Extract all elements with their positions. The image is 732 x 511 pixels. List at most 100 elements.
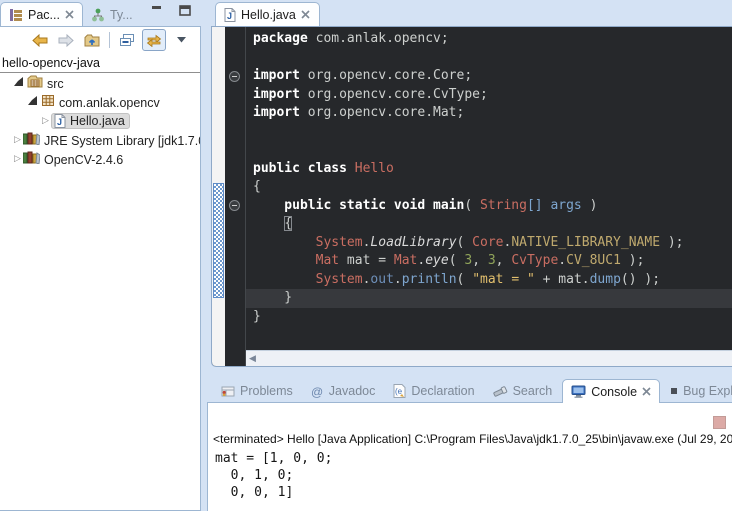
up-button[interactable] <box>81 30 103 50</box>
code-token: mat = <box>339 253 394 268</box>
code-token: LoadLibrary <box>370 235 456 250</box>
code-token: . <box>558 253 566 268</box>
bottom-tab-search[interactable]: Search <box>485 380 561 402</box>
tree-entry[interactable]: JRE System Library [jdk1.7.0 <box>23 132 200 148</box>
close-icon[interactable] <box>65 10 74 19</box>
editor-tab-hello-java[interactable]: J Hello.java <box>215 2 320 26</box>
library-icon <box>23 151 40 164</box>
collapse-all-button[interactable] <box>116 30 138 50</box>
code-token: ( <box>457 235 473 250</box>
code-line[interactable]: } <box>246 308 732 327</box>
minimize-icon[interactable] <box>151 5 165 17</box>
tree-entry[interactable]: com.anlak.opencv <box>41 94 160 110</box>
code-token: "mat = " <box>472 272 535 287</box>
java-file-icon: J <box>224 8 236 22</box>
code-line[interactable]: Mat mat = Mat.eye( 3, 3, CvType.CV_8UC1 … <box>246 252 732 271</box>
link-with-editor-button[interactable] <box>142 29 166 51</box>
code-line-current[interactable]: } <box>246 289 732 308</box>
bottom-tab-console[interactable]: Console <box>562 379 660 403</box>
type-hierarchy-icon <box>91 8 105 22</box>
code-line[interactable] <box>246 141 732 160</box>
code-token: ) <box>582 198 598 213</box>
terminate-icon[interactable] <box>713 416 726 429</box>
method-range-indicator <box>213 183 224 298</box>
code-token: args <box>550 198 581 213</box>
code-token: CV_8UC1 <box>566 253 621 268</box>
code-token: { <box>284 216 292 231</box>
code-line[interactable]: import org.opencv.core.Core; <box>246 67 732 86</box>
bug-square-icon <box>670 387 678 395</box>
console-output[interactable]: mat = [1, 0, 0; 0, 1, 0; 0, 0, 1] <box>215 450 332 501</box>
expand-arrow-icon[interactable]: ▷ <box>12 153 23 164</box>
tree-item-hello-java[interactable]: ▷J Hello.java <box>0 111 200 130</box>
code-token: eye <box>425 253 448 268</box>
code-line[interactable] <box>246 123 732 142</box>
expand-arrow-icon[interactable]: ▷ <box>40 115 51 126</box>
console-icon <box>571 385 586 398</box>
code-token: CvType <box>511 253 558 268</box>
bottom-view-tabbar: Problems@Javadoc(eDeclaration Search Conso… <box>207 377 732 402</box>
editor-horizontal-scrollbar[interactable]: ◀ <box>246 350 732 366</box>
tree-entry[interactable]: src <box>27 75 64 91</box>
code-line[interactable]: import org.opencv.core.CvType; <box>246 86 732 105</box>
annotation-ruler[interactable] <box>212 27 225 366</box>
expand-arrow-icon[interactable]: ▷ <box>12 134 23 145</box>
code-token: + mat. <box>535 272 590 287</box>
code-text-area[interactable]: package com.anlak.opencv; import org.open… <box>246 27 732 366</box>
bottom-tab-problems[interactable]: Problems <box>213 380 301 402</box>
collapse-arrow-icon[interactable] <box>28 96 37 105</box>
fold-collapse-icon[interactable] <box>229 200 240 211</box>
close-icon[interactable] <box>301 10 311 20</box>
code-line[interactable]: public class Hello <box>246 160 732 179</box>
code-token: public class <box>253 161 355 176</box>
tree-item-label: com.anlak.opencv <box>59 96 160 110</box>
code-line[interactable]: public static void main( String[] args ) <box>246 197 732 216</box>
code-token: { <box>253 179 261 194</box>
project-label[interactable]: hello-opencv-java <box>0 53 200 73</box>
project-tree: srccom.anlak.opencv▷JHello.java▷JRE Syst… <box>0 73 200 168</box>
close-icon[interactable] <box>642 387 651 396</box>
view-tab-ty[interactable]: Ty... <box>83 4 141 26</box>
scroll-left-arrow-icon[interactable]: ◀ <box>249 353 256 364</box>
code-token: Mat <box>394 253 417 268</box>
code-token: } <box>253 290 292 305</box>
tree-item-opencv-2-4-6[interactable]: ▷OpenCV-2.4.6 <box>0 149 200 168</box>
code-token <box>253 272 316 287</box>
bottom-tab-javadoc[interactable]: @Javadoc <box>303 380 384 402</box>
package-explorer-body: hello-opencv-java srccom.anlak.opencv▷JH… <box>0 26 201 511</box>
view-tab-label: Ty... <box>110 8 133 22</box>
code-line[interactable]: { <box>246 215 732 234</box>
view-tab-pac[interactable]: Pac... <box>0 2 83 26</box>
code-token <box>253 235 316 250</box>
search-icon <box>493 385 508 398</box>
bottom-tab-declaration[interactable]: (eDeclaration <box>385 380 482 402</box>
code-editor: package com.anlak.opencv; import org.open… <box>211 26 732 367</box>
tree-entry[interactable]: OpenCV-2.4.6 <box>23 151 123 167</box>
bottom-tab-label: Search <box>513 384 553 398</box>
fold-collapse-icon[interactable] <box>229 71 240 82</box>
tree-item-label: Hello.java <box>70 114 125 128</box>
tree-item-com-anlak-opencv[interactable]: com.anlak.opencv <box>0 92 200 111</box>
code-line[interactable]: package com.anlak.opencv; <box>246 30 732 49</box>
maximize-icon[interactable] <box>179 5 193 17</box>
bottom-tab-label: Bug Explorer <box>683 384 732 398</box>
selected-tree-entry[interactable]: J Hello.java <box>51 113 130 129</box>
collapse-arrow-icon[interactable] <box>14 77 23 86</box>
view-menu-button[interactable] <box>170 30 192 50</box>
eclipse-window: Pac... Ty... hello-opencv-java src com.anl… <box>0 0 732 511</box>
java-file-icon: J <box>54 114 66 128</box>
forward-button[interactable] <box>55 30 77 50</box>
bottom-tab-bug-explorer[interactable]: Bug Explorer <box>662 380 732 402</box>
tree-item-src[interactable]: src <box>0 73 200 92</box>
code-line[interactable]: import org.opencv.core.Mat; <box>246 104 732 123</box>
code-line[interactable] <box>246 49 732 68</box>
code-token: org.opencv.core.Core; <box>300 68 472 83</box>
tree-item-jre-system-library--jdk1-7-0[interactable]: ▷JRE System Library [jdk1.7.0 <box>0 130 200 149</box>
editor-tab-label: Hello.java <box>241 8 296 22</box>
code-line[interactable]: System.LoadLibrary( Core.NATIVE_LIBRARY_… <box>246 234 732 253</box>
code-line[interactable]: { <box>246 178 732 197</box>
console-view: Problems@Javadoc(eDeclaration Search Conso… <box>207 377 732 511</box>
code-token: . <box>394 272 402 287</box>
back-button[interactable] <box>29 30 51 50</box>
code-line[interactable]: System.out.println( "mat = " + mat.dump(… <box>246 271 732 290</box>
